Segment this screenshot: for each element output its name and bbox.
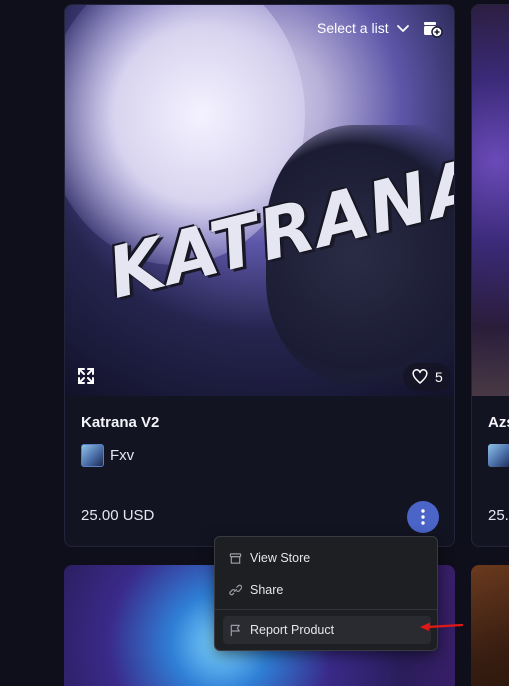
menu-divider: [215, 609, 437, 610]
neighbor-title[interactable]: Azs: [488, 414, 509, 431]
store-icon: [229, 552, 242, 564]
menu-item-label: View Store: [250, 551, 311, 565]
like-button[interactable]: 5: [403, 363, 451, 391]
product-price: 25.00 USD: [81, 507, 155, 524]
select-list-dropdown[interactable]: Select a list: [309, 13, 419, 43]
menu-item-label: Report Product: [250, 623, 335, 637]
next-row-thumbnail-2[interactable]: [471, 565, 509, 686]
menu-item-report-product[interactable]: Report Product: [223, 616, 431, 644]
page: KATRANA Select a list 5 Katrana V2 Fxv 2…: [0, 0, 509, 686]
add-to-list-icon[interactable]: [421, 17, 443, 39]
creator-avatar: [81, 444, 104, 467]
select-list-label: Select a list: [317, 20, 389, 36]
menu-item-label: Share: [250, 583, 284, 597]
link-icon: [229, 584, 242, 595]
expand-icon[interactable]: [77, 367, 95, 385]
creator-link[interactable]: Fxv: [81, 444, 134, 467]
neighbor-creator-avatar: [488, 444, 509, 467]
more-options-button[interactable]: [407, 501, 439, 533]
creator-name: Fxv: [110, 447, 135, 464]
product-card[interactable]: KATRANA Select a list 5 Katrana V2 Fxv 2…: [64, 4, 455, 547]
annotation-arrow-icon: [420, 622, 464, 631]
chevron-down-icon: [396, 25, 409, 32]
neighbor-price: 25.: [488, 507, 509, 524]
flag-icon: [230, 624, 240, 636]
neighbor-product-card[interactable]: Azs 25.: [471, 4, 509, 547]
heart-icon: [412, 369, 428, 384]
more-vertical-icon: [421, 509, 425, 525]
product-thumbnail[interactable]: KATRANA Select a list 5: [65, 5, 454, 396]
menu-item-share[interactable]: Share: [223, 576, 431, 604]
neighbor-thumbnail[interactable]: [472, 5, 509, 396]
like-count: 5: [435, 369, 443, 385]
product-title[interactable]: Katrana V2: [81, 414, 159, 431]
product-context-menu: View Store Share Report Product: [214, 536, 438, 651]
menu-item-view-store[interactable]: View Store: [223, 544, 431, 572]
